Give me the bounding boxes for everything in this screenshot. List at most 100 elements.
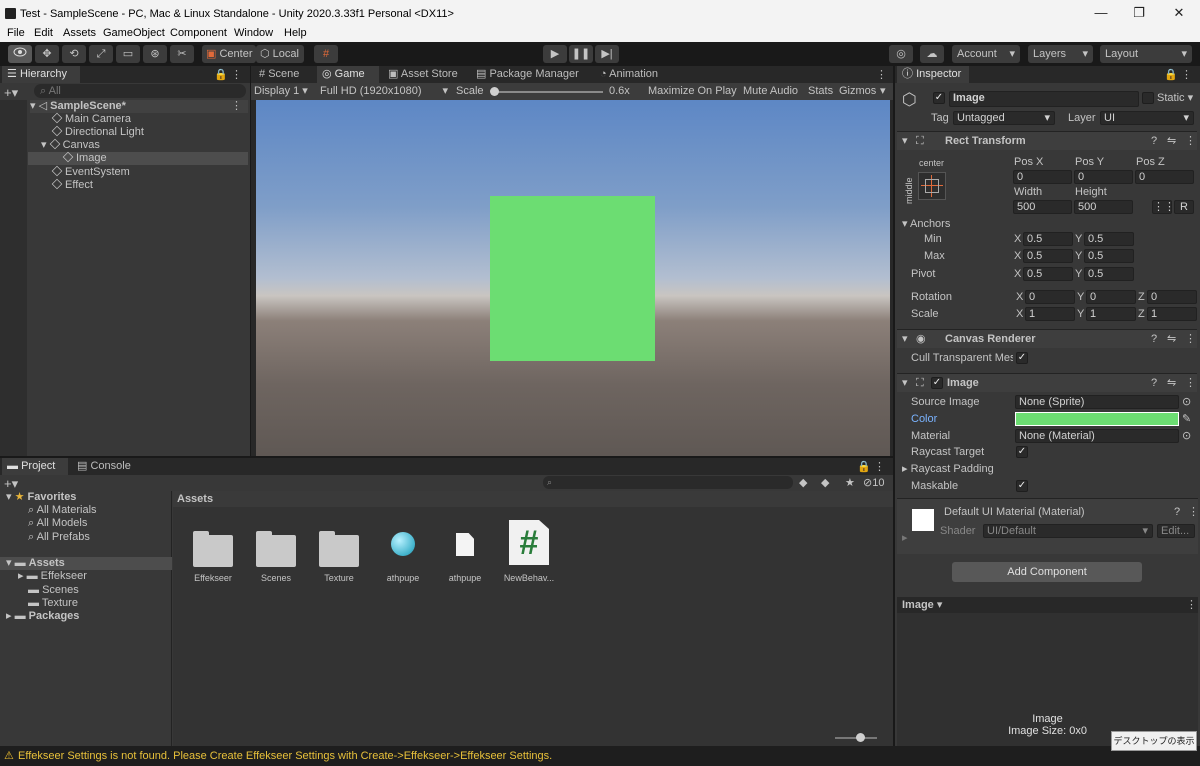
anchor-min-y-field[interactable]: 0.5	[1084, 232, 1134, 246]
rotation-x-field[interactable]: 0	[1025, 290, 1075, 304]
game-view[interactable]	[256, 100, 890, 456]
shader-dropdown[interactable]: UI/Default ▾	[983, 524, 1153, 538]
pause-button[interactable]: ❚❚	[569, 45, 593, 63]
image-enabled-checkbox[interactable]: ✓	[931, 377, 943, 389]
lock-icon[interactable]: 🔒	[214, 68, 228, 81]
scale-slider-handle[interactable]	[490, 87, 499, 96]
kebab-menu-icon[interactable]: ⋮	[876, 68, 887, 81]
pivot-local-button[interactable]: ⬡ Local	[256, 45, 304, 63]
pivot-center-button[interactable]: ▣ Center	[202, 45, 256, 63]
rect-tool-button[interactable]: ▭	[116, 45, 140, 63]
stats-toggle[interactable]: Stats	[808, 84, 833, 98]
static-dropdown[interactable]: Static ▾	[1157, 91, 1193, 105]
kebab-menu-icon[interactable]: ⋮	[1186, 598, 1197, 612]
icon-size-slider-handle[interactable]	[856, 733, 865, 742]
blueprint-mode-button[interactable]: ⋮⋮	[1152, 200, 1175, 214]
pivot-x-field[interactable]: 0.5	[1023, 267, 1073, 281]
custom-tool-button[interactable]: ✂	[170, 45, 194, 63]
pos-y-field[interactable]: 0	[1074, 170, 1133, 184]
raw-edit-button[interactable]: R	[1174, 200, 1194, 214]
menu-gameobject[interactable]: GameObject	[103, 27, 165, 39]
move-tool-button[interactable]: ✥	[35, 45, 59, 63]
tab-package-manager[interactable]: ▤ Package Manager	[471, 66, 584, 83]
tab-inspector[interactable]: ⓘ Inspector	[897, 66, 969, 83]
anchor-presets-button[interactable]	[918, 172, 946, 200]
hierarchy-item-directional-light[interactable]: Directional Light	[51, 125, 144, 139]
favorite-all-models[interactable]: ⌕ All Models	[28, 517, 87, 530]
anchor-min-x-field[interactable]: 0.5	[1023, 232, 1073, 246]
scale-x-field[interactable]: 1	[1025, 307, 1075, 321]
lock-icon[interactable]: 🔒	[857, 460, 871, 473]
folder-texture[interactable]: ▬ Texture	[28, 597, 78, 610]
hidden-packages-toggle[interactable]: ⊘10	[863, 476, 884, 489]
raycast-padding-foldout[interactable]: ▸ Raycast Padding	[902, 462, 994, 476]
kebab-menu-icon[interactable]: ⋮	[874, 460, 885, 473]
kebab-menu-icon[interactable]: ⋮	[1185, 332, 1196, 346]
hierarchy-item-eventsystem[interactable]: EventSystem	[51, 165, 130, 179]
folder-icon[interactable]	[319, 531, 359, 567]
add-component-button[interactable]: Add Component	[952, 562, 1142, 582]
menu-assets[interactable]: Assets	[63, 27, 96, 39]
shader-edit-button[interactable]: Edit...	[1157, 524, 1195, 538]
assets-folder[interactable]: ▾ ▬ Assets	[0, 557, 172, 570]
hierarchy-item-effect[interactable]: Effect	[51, 178, 93, 192]
tab-animation[interactable]: ◔ Animation	[595, 66, 663, 83]
pos-z-field[interactable]: 0	[1135, 170, 1194, 184]
scale-slider[interactable]	[491, 91, 603, 93]
active-checkbox[interactable]: ✓	[933, 92, 945, 104]
collab-button[interactable]: ◎	[889, 45, 913, 63]
menu-component[interactable]: Component	[170, 27, 227, 39]
anchor-max-x-field[interactable]: 0.5	[1023, 249, 1073, 263]
help-icon[interactable]: ?	[1151, 134, 1157, 148]
create-button[interactable]: +▾	[4, 476, 18, 492]
create-button[interactable]: +▾	[4, 85, 18, 101]
lock-icon[interactable]: 🔒	[1164, 68, 1178, 81]
transform-tool-button[interactable]: ⊛	[143, 45, 167, 63]
kebab-menu-icon[interactable]: ⋮	[1188, 505, 1199, 519]
rotation-y-field[interactable]: 0	[1086, 290, 1136, 304]
hierarchy-item-main-camera[interactable]: Main Camera	[51, 112, 131, 126]
static-checkbox[interactable]	[1142, 92, 1154, 104]
scale-y-field[interactable]: 1	[1086, 307, 1136, 321]
project-search-input[interactable]: ⌕	[543, 476, 793, 489]
eyedropper-icon[interactable]: ✎	[1182, 412, 1191, 426]
material-sphere-icon[interactable]	[391, 532, 415, 556]
help-icon[interactable]: ?	[1174, 505, 1180, 519]
help-icon[interactable]: ?	[1151, 332, 1157, 346]
tag-dropdown[interactable]: Untagged ▾	[953, 111, 1055, 125]
hierarchy-item-image[interactable]: Image	[28, 151, 248, 165]
tab-asset-store[interactable]: ▣ Asset Store	[383, 66, 463, 83]
cull-transparent-checkbox[interactable]: ✓	[1016, 352, 1028, 364]
gizmos-dropdown-icon[interactable]: ▾	[880, 84, 886, 98]
file-icon[interactable]	[456, 533, 474, 556]
step-button[interactable]: ▶|	[595, 45, 619, 63]
maximize-on-play-toggle[interactable]: Maximize On Play	[648, 84, 737, 98]
pos-x-field[interactable]: 0	[1013, 170, 1072, 184]
tab-project[interactable]: ▬ Project	[2, 458, 68, 475]
tab-game[interactable]: ◎ Game	[317, 66, 379, 83]
favorite-all-materials[interactable]: ⌕ All Materials	[28, 504, 97, 517]
canvas-renderer-header[interactable]: ▾ ◉ Canvas Renderer ? ⇋ ⋮	[897, 329, 1197, 348]
tab-scene[interactable]: # Scene	[254, 66, 304, 83]
folder-effekseer[interactable]: ▸ ▬ Effekseer	[18, 570, 87, 583]
tab-console[interactable]: ▤ Console	[72, 458, 136, 475]
object-picker-icon[interactable]: ⊙	[1182, 395, 1191, 409]
view-tool-button[interactable]	[8, 45, 32, 63]
status-message[interactable]: Effekseer Settings is not found. Please …	[18, 750, 552, 762]
menu-window[interactable]: Window	[234, 27, 273, 39]
hierarchy-search-input[interactable]: ⌕ All	[34, 84, 246, 98]
width-field[interactable]: 500	[1013, 200, 1072, 214]
filter-type-icon[interactable]: ◆	[799, 476, 807, 489]
maximize-button[interactable]: ❐	[1124, 4, 1154, 22]
preset-icon[interactable]: ⇋	[1167, 134, 1176, 148]
star-icon[interactable]: ★	[845, 476, 855, 489]
kebab-menu-icon[interactable]: ⋮	[1185, 134, 1196, 148]
folder-icon[interactable]	[193, 531, 233, 567]
scale-z-field[interactable]: 1	[1147, 307, 1197, 321]
rotation-z-field[interactable]: 0	[1147, 290, 1197, 304]
help-icon[interactable]: ?	[1151, 376, 1157, 390]
close-button[interactable]: ✕	[1164, 4, 1194, 22]
favorites-folder[interactable]: ▾ ★ Favorites	[6, 491, 76, 504]
color-swatch[interactable]	[1015, 412, 1179, 426]
pivot-y-field[interactable]: 0.5	[1084, 267, 1134, 281]
